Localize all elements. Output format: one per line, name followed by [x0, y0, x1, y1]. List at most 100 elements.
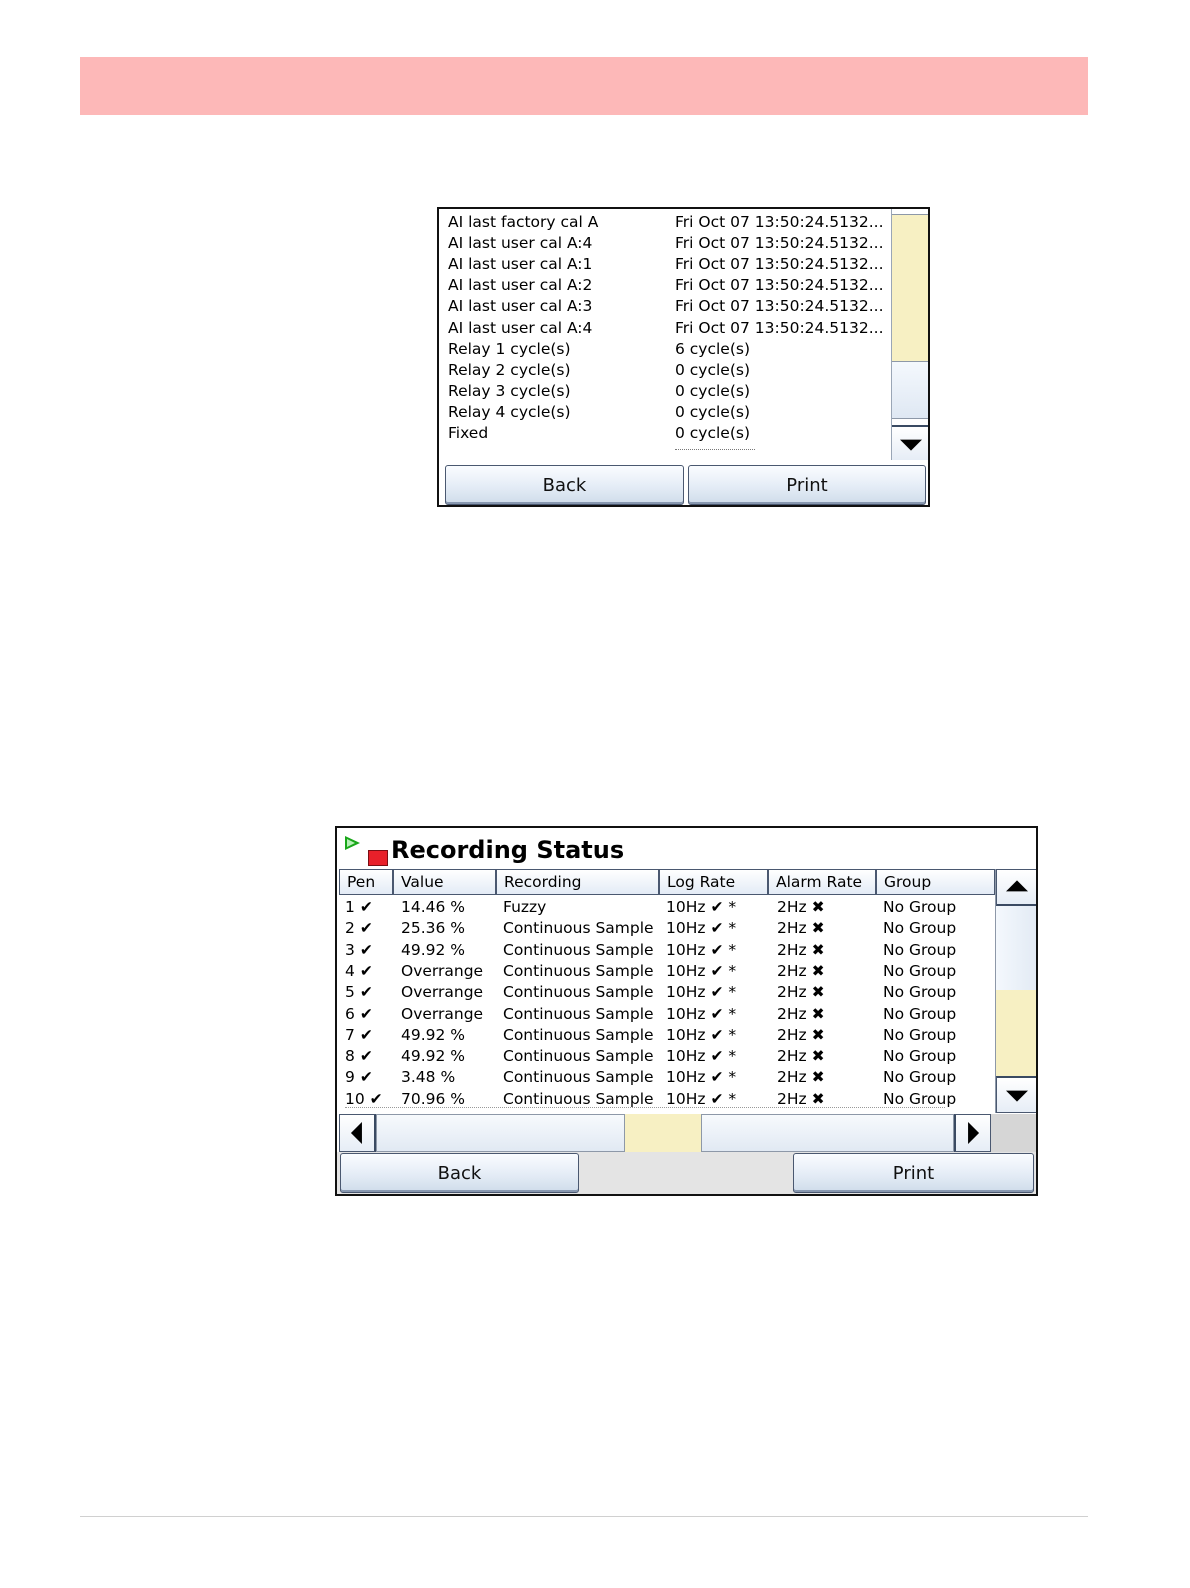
list-item[interactable]: AI last user cal A:2 Fri Oct 07 13:50:24.…: [439, 275, 891, 296]
check-icon: ✔: [359, 1025, 373, 1044]
column-header-group[interactable]: Group: [876, 869, 995, 895]
table-row[interactable]: 6 ✔ Overrange Continuous Sample 10Hz ✔ * 2Hz…: [337, 1004, 995, 1025]
vertical-scroll-track[interactable]: [996, 990, 1036, 1076]
list-item-label: Fixed: [448, 424, 489, 442]
pen-cell: 4 ✔: [345, 961, 373, 982]
list-item-value: Fri Oct 07 13:50:24.5132...: [675, 255, 884, 274]
vertical-scroll-thumb[interactable]: [996, 906, 1036, 991]
list-item[interactable]: Relay 3 cycle(s) 0 cycle(s): [439, 381, 891, 402]
check-icon: ✔: [359, 983, 373, 1002]
footer-rule: [80, 1516, 1088, 1517]
recording-cell-text: Continuous Sample: [503, 919, 654, 938]
horizontal-scroll-thumb[interactable]: [625, 1114, 701, 1152]
list-item[interactable]: AI last factory cal A Fri Oct 07 13:50:24…: [439, 212, 891, 233]
pen-cell: 3 ✔: [345, 940, 373, 961]
group-cell: No Group: [883, 982, 956, 1003]
table-row[interactable]: 9 ✔ 3.48 % Continuous Sample 10Hz ✔ * 2Hz ✖ N…: [337, 1067, 995, 1088]
page-title: Recording Status: [391, 836, 625, 864]
table-row[interactable]: 2 ✔ 25.36 % Continuous Sample 10Hz ✔ * 2Hz ✖…: [337, 918, 995, 939]
list-item-label: AI last factory cal A: [448, 213, 599, 231]
list-item[interactable]: AI last user cal A:4 Fri Oct 07 13:50:24.…: [439, 318, 891, 339]
scroll-thumb[interactable]: [892, 361, 928, 419]
pen-cell-text: 3: [345, 940, 355, 959]
arrow-right-icon: [968, 1122, 980, 1144]
stop-icon: [368, 850, 388, 866]
list-item[interactable]: Relay 2 cycle(s) 0 cycle(s): [439, 360, 891, 381]
recording-status-screen: Recording Status Pen Value Recording Log…: [335, 826, 1038, 1196]
alarm-rate-cell: 2Hz ✖: [777, 918, 825, 939]
list-item-label: Relay 1 cycle(s): [448, 339, 571, 358]
cross-icon: ✖: [811, 940, 825, 959]
scroll-down-button[interactable]: [892, 425, 928, 460]
diagnostics-vertical-scrollbar[interactable]: [891, 209, 928, 460]
list-item-label: AI last user cal A:2: [448, 276, 593, 295]
log-rate-cell: 10Hz ✔ *: [666, 1025, 736, 1046]
list-item-value: Fri Oct 07 13:50:24.5132...: [675, 213, 884, 231]
log-rate-cell-text: 10Hz: [666, 919, 706, 938]
asterisk-icon: *: [728, 1004, 737, 1023]
table-vertical-scrollbar[interactable]: [995, 869, 1036, 1113]
back-button[interactable]: Back: [340, 1153, 579, 1193]
alarm-rate-cell-text: 2Hz: [777, 1047, 807, 1066]
value-cell-text: 25.36 %: [401, 919, 466, 938]
print-button[interactable]: Print: [793, 1153, 1034, 1193]
button-bar: Back Print: [337, 1152, 1036, 1194]
column-header-value[interactable]: Value: [393, 869, 496, 895]
table-horizontal-scrollbar[interactable]: [339, 1114, 1036, 1152]
check-icon: ✔: [359, 898, 373, 916]
column-header-recording[interactable]: Recording: [496, 869, 659, 895]
scroll-left-button[interactable]: [339, 1114, 376, 1152]
alarm-rate-cell-text: 2Hz: [777, 940, 807, 959]
asterisk-icon: *: [728, 898, 737, 916]
asterisk-icon: *: [728, 961, 737, 980]
table-row[interactable]: 7 ✔ 49.92 % Continuous Sample 10Hz ✔ * 2Hz ✖…: [337, 1025, 995, 1046]
check-icon: ✔: [710, 983, 724, 1002]
pen-cell: 8 ✔: [345, 1046, 373, 1067]
alarm-rate-cell: 2Hz ✖: [777, 940, 825, 961]
check-icon: ✔: [710, 1068, 724, 1087]
asterisk-icon: *: [728, 940, 737, 959]
column-header-pen[interactable]: Pen: [339, 869, 393, 895]
check-icon: ✔: [710, 961, 724, 980]
table-row[interactable]: 1 ✔ 14.46 % Fuzzy 10Hz ✔ * 2Hz ✖ No Group: [337, 897, 995, 918]
check-icon: ✔: [359, 940, 373, 959]
scroll-up-button[interactable]: [996, 869, 1036, 906]
recording-cell: Continuous Sample: [503, 1004, 654, 1025]
table-row[interactable]: 8 ✔ 49.92 % Continuous Sample 10Hz ✔ * 2Hz ✖…: [337, 1046, 995, 1067]
print-button[interactable]: Print: [688, 465, 926, 505]
scroll-down-button[interactable]: [996, 1076, 1036, 1113]
horizontal-scroll-track-right[interactable]: [701, 1114, 954, 1152]
alarm-rate-cell-text: 2Hz: [777, 1004, 807, 1023]
column-header-log-rate[interactable]: Log Rate: [659, 869, 768, 895]
log-rate-cell-text: 10Hz: [666, 1089, 706, 1108]
value-cell-text: Overrange: [401, 961, 484, 980]
pen-cell-text: 1: [345, 898, 355, 916]
list-item[interactable]: Fixed 0 cycle(s): [439, 423, 891, 444]
cross-icon: ✖: [811, 1068, 825, 1087]
back-button[interactable]: Back: [445, 465, 684, 505]
check-icon: ✔: [710, 898, 724, 916]
arrow-down-icon: [899, 439, 922, 451]
asterisk-icon: *: [728, 983, 737, 1002]
table-row[interactable]: 3 ✔ 49.92 % Continuous Sample 10Hz ✔ * 2Hz ✖…: [337, 940, 995, 961]
column-header-alarm-rate[interactable]: Alarm Rate: [768, 869, 876, 895]
log-rate-cell: 10Hz ✔ *: [666, 897, 736, 918]
list-item[interactable]: AI last user cal A:3 Fri Oct 07 13:50:24.…: [439, 296, 891, 317]
arrow-left-icon: [350, 1122, 362, 1144]
group-cell-text: No Group: [883, 983, 957, 1002]
list-item[interactable]: Relay 4 cycle(s) 0 cycle(s): [439, 402, 891, 423]
list-item[interactable]: AI last user cal A:4 Fri Oct 07 13:50:24.…: [439, 233, 891, 254]
horizontal-scroll-track-left[interactable]: [376, 1114, 625, 1152]
recording-cell: Continuous Sample: [503, 940, 654, 961]
scroll-track[interactable]: [892, 214, 928, 362]
table-row[interactable]: 4 ✔ Overrange Continuous Sample 10Hz ✔ * 2Hz…: [337, 961, 995, 982]
list-item-value: 0 cycle(s): [675, 402, 751, 421]
alarm-rate-cell-text: 2Hz: [777, 1089, 807, 1108]
list-item[interactable]: Relay 1 cycle(s) 6 cycle(s): [439, 339, 891, 360]
group-cell: No Group: [883, 1004, 956, 1025]
list-item[interactable]: AI last user cal A:1 Fri Oct 07 13:50:24.…: [439, 254, 891, 275]
table-row[interactable]: 5 ✔ Overrange Continuous Sample 10Hz ✔ * 2Hz…: [337, 982, 995, 1003]
header-band: [80, 57, 1088, 115]
scroll-right-button[interactable]: [954, 1114, 991, 1152]
log-rate-cell: 10Hz ✔ *: [666, 918, 736, 939]
